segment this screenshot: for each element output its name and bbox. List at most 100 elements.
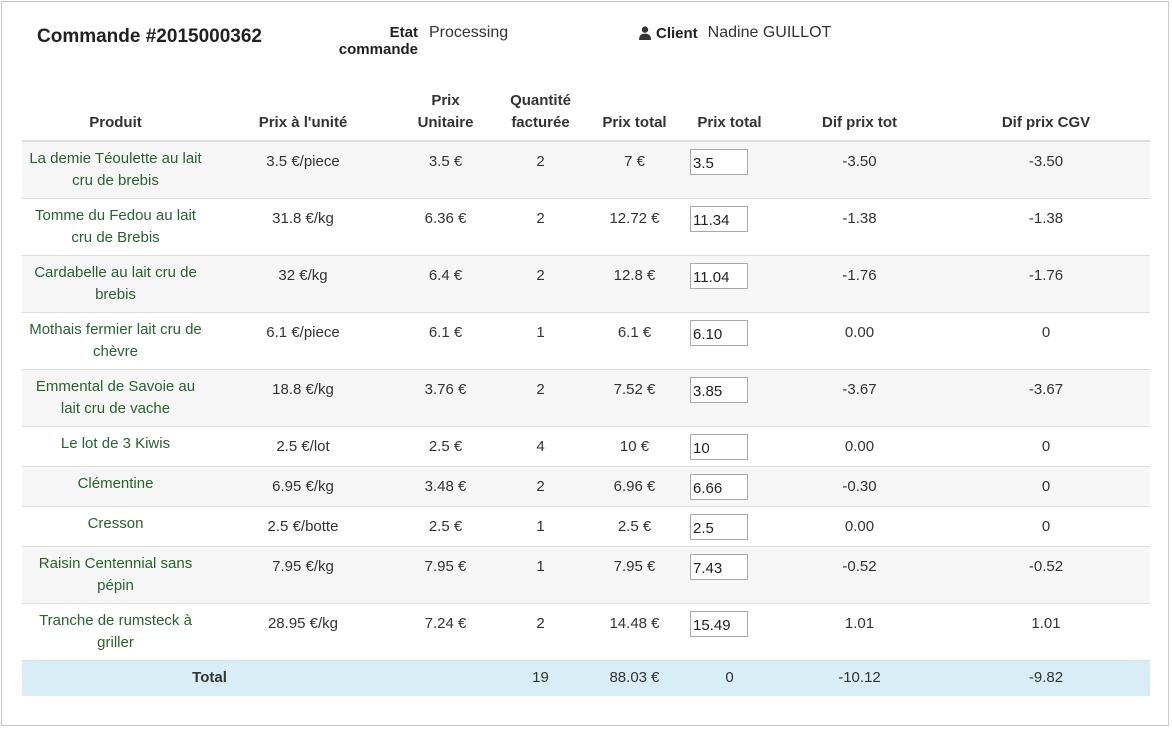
prix-total-input[interactable] [690, 206, 748, 232]
prix-total-cell: 12.72 € [587, 198, 682, 256]
prix-total-input-cell [682, 198, 777, 256]
prix-total-input[interactable] [690, 474, 748, 500]
prix-total-input-cell [682, 506, 777, 547]
prix-total-input-cell [682, 546, 777, 604]
user-icon [639, 26, 651, 40]
prix-unite-cell: 2.5 €/botte [209, 506, 397, 547]
quantite-cell: 1 [494, 546, 587, 604]
prix-total-cell: 10 € [587, 426, 682, 467]
product-name[interactable]: Raisin Centennial sans pépin [22, 546, 209, 604]
quantite-cell: 2 [494, 603, 587, 661]
prix-total-input[interactable] [690, 554, 748, 580]
table-row: Cresson2.5 €/botte2.5 €12.5 €0.000 [22, 506, 1150, 547]
product-name[interactable]: Cardabelle au lait cru de brebis [22, 255, 209, 313]
product-name[interactable]: Tomme du Fedou au lait cru de Brebis [22, 198, 209, 256]
prix-unitaire-cell: 3.5 € [397, 140, 494, 199]
dif-prix-cgv-cell: 0 [942, 506, 1150, 547]
prix-unite-cell: 31.8 €/kg [209, 198, 397, 256]
prix-total-input-cell [682, 426, 777, 467]
etat-value: Processing [429, 24, 509, 41]
prix-total-input[interactable] [690, 434, 748, 460]
quantite-cell: 2 [494, 369, 587, 427]
prix-total-input-cell [682, 140, 777, 199]
order-table: Produit Prix à l'unité Prix Unitaire Quan… [22, 90, 1150, 696]
col-header-produit: Produit [22, 90, 209, 142]
product-name[interactable]: La demie Téoulette au lait cru de brebis [22, 140, 209, 199]
col-header-dif-prix-tot: Dif prix tot [777, 90, 942, 142]
dif-prix-cgv-cell: -3.50 [942, 140, 1150, 199]
dif-prix-tot-cell: -3.50 [777, 140, 942, 199]
quantite-cell: 2 [494, 198, 587, 256]
prix-total-input[interactable] [690, 263, 748, 289]
prix-total-input[interactable] [690, 377, 748, 403]
quantite-cell: 1 [494, 312, 587, 370]
total-quantite: 19 [494, 660, 587, 696]
prix-total-cell: 6.96 € [587, 466, 682, 507]
col-header-prix-total-input: Prix total [682, 90, 777, 142]
prix-total-input-cell [682, 255, 777, 313]
prix-total-input-cell [682, 466, 777, 507]
quantite-cell: 2 [494, 255, 587, 313]
dif-prix-cgv-cell: -1.76 [942, 255, 1150, 313]
dif-prix-tot-cell: 0.00 [777, 426, 942, 467]
prix-unite-cell: 2.5 €/lot [209, 426, 397, 467]
prix-unitaire-cell: 7.24 € [397, 603, 494, 661]
product-name[interactable]: Cresson [22, 506, 209, 547]
quantite-cell: 1 [494, 506, 587, 547]
prix-total-cell: 7.52 € [587, 369, 682, 427]
dif-prix-cgv-cell: -3.67 [942, 369, 1150, 427]
prix-unite-cell: 3.5 €/piece [209, 140, 397, 199]
dif-prix-cgv-cell: 1.01 [942, 603, 1150, 661]
prix-unitaire-cell: 6.4 € [397, 255, 494, 313]
prix-total-cell: 2.5 € [587, 506, 682, 547]
prix-total-input[interactable] [690, 611, 748, 637]
total-dif-prix-cgv: -9.82 [942, 660, 1150, 696]
table-row: Clémentine6.95 €/kg3.48 €26.96 € -0.300 [22, 466, 1150, 507]
prix-total-input-cell [682, 369, 777, 427]
product-name[interactable]: Tranche de rumsteck à griller [22, 603, 209, 661]
dif-prix-cgv-cell: -1.38 [942, 198, 1150, 256]
prix-total-cell: 14.48 € [587, 603, 682, 661]
client-name: Nadine GUILLOT [707, 24, 832, 41]
prix-total-input[interactable] [690, 149, 748, 175]
quantite-cell: 4 [494, 426, 587, 467]
order-title: Commande #2015000362 [37, 26, 262, 47]
prix-unite-cell: 32 €/kg [209, 255, 397, 313]
prix-unitaire-cell: 2.5 € [397, 426, 494, 467]
table-row: Tranche de rumsteck à griller 28.95 €/kg 7… [22, 603, 1150, 661]
total-empty-cell [397, 660, 494, 696]
prix-unitaire-cell: 7.95 € [397, 546, 494, 604]
prix-unite-cell: 18.8 €/kg [209, 369, 397, 427]
product-name[interactable]: Mothais fermier lait cru de chèvre [22, 312, 209, 370]
prix-unite-cell: 6.1 €/piece [209, 312, 397, 370]
prix-unite-cell: 28.95 €/kg [209, 603, 397, 661]
product-name[interactable]: Emmental de Savoie au lait cru de vache [22, 369, 209, 427]
prix-total-input[interactable] [690, 320, 748, 346]
prix-unitaire-cell: 6.36 € [397, 198, 494, 256]
prix-unitaire-cell: 6.1 € [397, 312, 494, 370]
etat-label-line2: commande [338, 41, 418, 58]
prix-total-input[interactable] [690, 514, 748, 540]
total-row: Total 19 88.03 €0 -10.12 -9.82 [22, 660, 1150, 696]
quantite-cell: 2 [494, 140, 587, 199]
table-row: Tomme du Fedou au lait cru de Brebis 31.8… [22, 198, 1150, 256]
col-header-prix-unitaire: Prix Unitaire [397, 90, 494, 142]
table-row: La demie Téoulette au lait cru de brebis… [22, 140, 1150, 199]
col-header-quantite: Quantité facturée [494, 90, 587, 142]
dif-prix-cgv-cell: 0 [942, 466, 1150, 507]
table-row: Cardabelle au lait cru de brebis 32 €/kg 6… [22, 255, 1150, 313]
prix-unitaire-cell: 3.76 € [397, 369, 494, 427]
col-header-dif-prix-cgv: Dif prix CGV [942, 90, 1150, 142]
product-name[interactable]: Clémentine [22, 466, 209, 507]
product-name[interactable]: Le lot de 3 Kiwis [22, 426, 209, 467]
prix-unitaire-cell: 3.48 € [397, 466, 494, 507]
dif-prix-cgv-cell: -0.52 [942, 546, 1150, 604]
prix-total-input-cell [682, 603, 777, 661]
dif-prix-tot-cell: -1.38 [777, 198, 942, 256]
total-input-sum: 0 [682, 660, 777, 696]
dif-prix-tot-cell: -0.52 [777, 546, 942, 604]
table-row: Raisin Centennial sans pépin 7.95 €/kg 7.9… [22, 546, 1150, 604]
client-label: Client [656, 24, 698, 42]
col-header-prix-total: Prix total [587, 90, 682, 142]
dif-prix-tot-cell: -1.76 [777, 255, 942, 313]
